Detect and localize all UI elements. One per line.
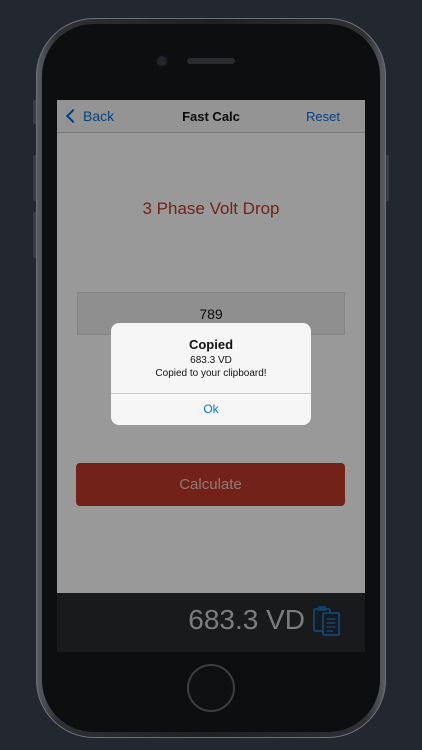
alert-title: Copied bbox=[188, 337, 234, 352]
alert-message: Copied to your clipboard! bbox=[155, 368, 267, 379]
earpiece-speaker bbox=[187, 58, 235, 64]
front-camera bbox=[157, 56, 167, 66]
ok-button[interactable]: Ok bbox=[111, 394, 311, 425]
alert-value: 683.3 VD bbox=[190, 355, 232, 366]
app-screen: Back Fast Calc Reset 3 Phase Volt Drop 7… bbox=[57, 100, 365, 652]
marketing-background: Back Fast Calc Reset 3 Phase Volt Drop 7… bbox=[0, 0, 422, 750]
home-button bbox=[187, 664, 235, 712]
copied-alert: Copied 683.3 VD Copied to your clipboard… bbox=[111, 323, 311, 425]
